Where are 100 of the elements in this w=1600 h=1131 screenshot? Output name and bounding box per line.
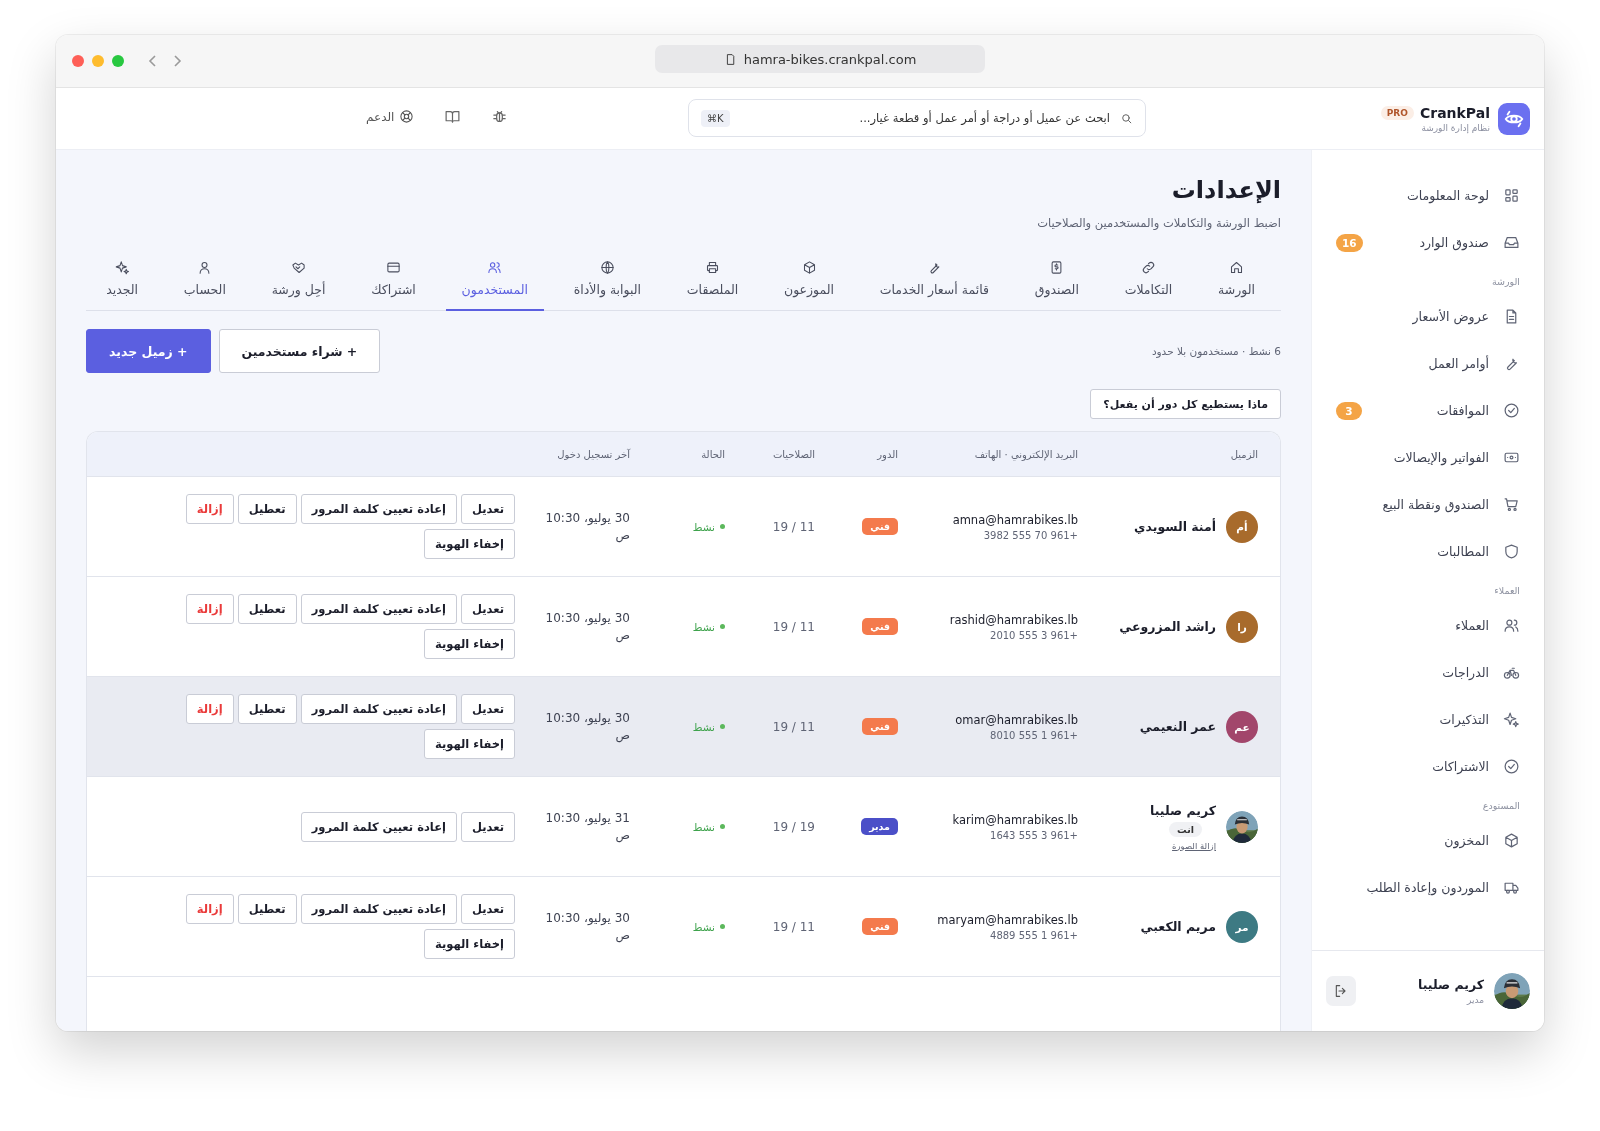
plan-badge: PRO bbox=[1380, 105, 1414, 120]
action-button[interactable]: إعادة تعيين كلمة المرور bbox=[300, 894, 457, 924]
action-button[interactable]: تعديل bbox=[460, 494, 515, 524]
action-button[interactable]: إخفاء الهوية bbox=[423, 729, 515, 759]
avatar: را bbox=[1226, 610, 1258, 643]
settings-tab[interactable]: الموزعون bbox=[767, 260, 851, 311]
settings-tab[interactable]: الجديد bbox=[90, 260, 155, 311]
role-tag: فني bbox=[862, 518, 898, 535]
settings-tab[interactable]: قائمة أسعار الخدمات bbox=[863, 260, 1005, 311]
settings-tab[interactable]: الصندوق bbox=[1018, 260, 1095, 311]
nav-item[interactable]: الفواتير والإيصالات bbox=[1326, 434, 1530, 481]
section-heading: الورشة bbox=[1490, 275, 1521, 289]
nav-item[interactable]: المخزون bbox=[1326, 817, 1530, 864]
nav-item[interactable]: العملاء bbox=[1326, 602, 1530, 649]
colleague-name: راشد المزروعي bbox=[1119, 619, 1216, 634]
nav-item[interactable]: لوحة المعلومات bbox=[1326, 172, 1530, 219]
status-label: نشط bbox=[630, 820, 725, 833]
action-button[interactable]: تعديل bbox=[460, 694, 515, 724]
nav-item[interactable]: الاشتراكات bbox=[1326, 743, 1530, 790]
action-button[interactable]: إعادة تعيين كلمة المرور bbox=[300, 811, 457, 842]
action-button[interactable]: تعديل bbox=[460, 594, 515, 624]
email-text: amna@hamrabikes.lb bbox=[952, 512, 1078, 527]
user-name: كريم صليبا bbox=[1417, 977, 1484, 992]
settings-tab[interactable]: الورشة bbox=[1202, 260, 1271, 311]
action-button[interactable]: تعطيل bbox=[237, 694, 297, 724]
dollar-receipt-icon bbox=[1049, 260, 1065, 275]
action-button[interactable]: إخفاء الهوية bbox=[423, 629, 515, 659]
users-icon bbox=[487, 260, 503, 275]
check-circle-icon bbox=[1503, 758, 1520, 775]
nav-item[interactable]: الصندوق ونقطة البيع bbox=[1326, 481, 1530, 528]
last-login-time: 30 يوليو، 10:30 ص bbox=[544, 709, 630, 744]
action-button[interactable]: إخفاء الهوية bbox=[423, 929, 515, 959]
new-colleague-button[interactable]: + زميل جديد bbox=[86, 329, 211, 373]
cart-icon bbox=[1503, 496, 1520, 513]
email-text: maryam@hamrabikes.lb bbox=[937, 912, 1078, 927]
column-header: الحالة bbox=[700, 448, 725, 460]
page-title: الإعدادات bbox=[1170, 176, 1281, 204]
buy-users-button[interactable]: + شراء مستخدمين bbox=[218, 329, 381, 373]
remove-button[interactable]: إزالة bbox=[185, 894, 234, 924]
logout-button[interactable] bbox=[1326, 976, 1356, 1006]
card-icon bbox=[386, 260, 402, 275]
permissions-count: 11 / 19 bbox=[771, 719, 815, 734]
column-header: الصلاحيات bbox=[771, 448, 815, 460]
minimize-button[interactable] bbox=[92, 55, 104, 67]
sparkle-icon bbox=[1503, 711, 1520, 728]
email-text: omar@hamrabikes.lb bbox=[955, 712, 1078, 727]
settings-tab[interactable]: أحِل ورشة bbox=[255, 260, 342, 311]
forward-icon[interactable] bbox=[172, 54, 182, 68]
settings-tab[interactable]: اشتراكك bbox=[355, 260, 432, 311]
role-tag: فني bbox=[862, 918, 898, 935]
brand-subtitle: نظام إدارة الورشة bbox=[1421, 122, 1490, 133]
close-button[interactable] bbox=[72, 55, 84, 67]
action-button[interactable]: تعطيل bbox=[237, 894, 297, 924]
nav-item[interactable]: التذكيرات bbox=[1326, 696, 1530, 743]
action-button[interactable]: تعديل bbox=[460, 894, 515, 924]
remove-button[interactable]: إزالة bbox=[185, 594, 234, 624]
user-role: مدير bbox=[1465, 995, 1484, 1005]
address-bar[interactable]: hamra-bikes.crankpal.com bbox=[655, 45, 985, 73]
settings-tab[interactable]: المستخدمون bbox=[445, 260, 544, 311]
remove-button[interactable]: إزالة bbox=[185, 694, 234, 724]
support-link[interactable]: الدعم bbox=[366, 109, 415, 124]
role-tag: مدير bbox=[861, 818, 898, 835]
colleague-name: عمر النعيمي bbox=[1139, 719, 1216, 734]
cube-icon bbox=[801, 260, 817, 275]
dashboard-icon bbox=[1503, 187, 1520, 204]
bug-icon[interactable] bbox=[491, 108, 509, 125]
printer-icon bbox=[705, 260, 721, 275]
nav-item[interactable]: أوامر العمل bbox=[1326, 340, 1530, 387]
permissions-count: 11 / 19 bbox=[771, 919, 815, 934]
settings-tab[interactable]: الملصقات bbox=[670, 260, 755, 311]
maximize-button[interactable] bbox=[112, 55, 124, 67]
action-button[interactable]: تعديل bbox=[460, 811, 515, 842]
permissions-count: 11 / 19 bbox=[771, 619, 815, 634]
action-button[interactable]: تعطيل bbox=[237, 594, 297, 624]
you-badge: انت bbox=[1169, 821, 1202, 837]
nav-item[interactable]: الدراجات bbox=[1326, 649, 1530, 696]
nav-item[interactable]: الموردون وإعادة الطلب bbox=[1326, 864, 1530, 911]
action-button[interactable]: إخفاء الهوية bbox=[423, 529, 515, 559]
email-text: karim@hamrabikes.lb bbox=[952, 812, 1078, 827]
settings-tab[interactable]: التكاملات bbox=[1108, 260, 1189, 311]
book-icon[interactable] bbox=[444, 108, 462, 125]
settings-tab[interactable]: الحساب bbox=[167, 260, 242, 311]
check-circle-icon bbox=[1503, 402, 1520, 419]
action-button[interactable]: إعادة تعيين كلمة المرور bbox=[300, 694, 457, 724]
roles-info-button[interactable]: ماذا يستطيع كل دور أن يفعل؟ bbox=[1090, 389, 1281, 419]
nav-item[interactable]: عروض الأسعار bbox=[1326, 293, 1530, 340]
count-badge: 16 bbox=[1336, 233, 1363, 252]
action-button[interactable]: إعادة تعيين كلمة المرور bbox=[300, 494, 457, 524]
section-heading: المستودع bbox=[1481, 799, 1521, 813]
back-icon[interactable] bbox=[148, 54, 158, 68]
action-button[interactable]: تعطيل bbox=[237, 494, 297, 524]
phone-text: +961 1 555 4889 bbox=[990, 929, 1078, 941]
settings-tab[interactable]: البوابة والأداة bbox=[557, 260, 658, 311]
role-tag: فني bbox=[862, 618, 898, 635]
status-label: نشط bbox=[630, 620, 725, 633]
remove-button[interactable]: إزالة bbox=[185, 494, 234, 524]
action-button[interactable]: إعادة تعيين كلمة المرور bbox=[300, 594, 457, 624]
brand-name: CrankPal bbox=[1419, 104, 1490, 121]
nav-item[interactable]: المطالبات bbox=[1326, 528, 1530, 575]
remove-photo-link[interactable]: إزالة الصورة bbox=[1172, 840, 1216, 851]
